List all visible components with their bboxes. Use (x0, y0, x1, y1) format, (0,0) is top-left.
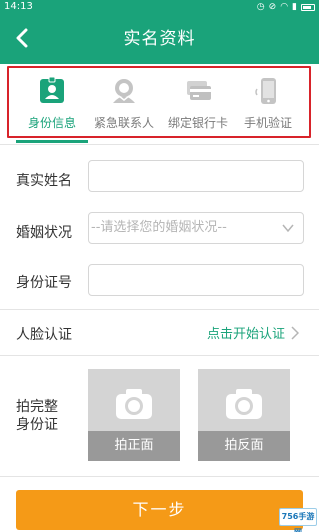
id-front-photo-button[interactable]: 拍正面 (88, 369, 180, 461)
start-face-verify-link[interactable]: 点击开始认证 (207, 323, 299, 342)
divider (0, 144, 319, 145)
tab-identity-info[interactable]: 身份信息 (14, 74, 90, 134)
tab-label: 手机验证 (243, 116, 292, 130)
chevron-right-icon (291, 325, 299, 340)
id-photo-label-line1: 拍完整 (16, 399, 58, 415)
id-number-input[interactable] (88, 264, 304, 296)
step-tabs: 身份信息 紧急联系人 绑定银行卡 手机验证 (0, 64, 319, 144)
id-photo-label-line2: 身份证 (16, 417, 58, 433)
tab-emergency-contact[interactable]: 紧急联系人 (86, 74, 162, 134)
status-bar: 14:13 ◷ ⊘ ◠ ▮ (0, 0, 319, 14)
active-tab-indicator (16, 140, 88, 143)
id-card-icon (40, 76, 64, 103)
id-back-photo-button[interactable]: 拍反面 (198, 369, 290, 461)
real-name-label: 真实姓名 (16, 173, 72, 189)
tab-label: 身份信息 (27, 116, 76, 130)
id-back-caption: 拍反面 (198, 431, 290, 461)
divider (0, 309, 319, 310)
contact-person-icon (113, 79, 135, 103)
marital-status-placeholder: --请选择您的婚姻状况-- (91, 220, 227, 235)
app-bar: 实名资料 (0, 14, 319, 64)
camera-icon (226, 389, 262, 419)
id-number-label: 身份证号 (16, 275, 72, 291)
status-time: 14:13 (4, 1, 33, 12)
battery-icon (301, 3, 315, 11)
chevron-down-icon (282, 224, 294, 233)
site-watermark: 756手游网 (279, 508, 317, 532)
wifi-icon: ◠ (280, 2, 289, 12)
id-photo-label: 拍完整 身份证 (16, 398, 58, 434)
id-front-caption: 拍正面 (88, 431, 180, 461)
start-face-verify-text: 点击开始认证 (206, 327, 285, 342)
phone-icon (255, 78, 276, 104)
next-step-button[interactable]: 下一步 (16, 490, 303, 530)
page-title: 实名资料 (123, 29, 196, 49)
divider (0, 355, 319, 356)
signal-icon: ▮ (292, 2, 297, 12)
marital-status-label: 婚姻状况 (16, 225, 72, 241)
mute-icon: ⊘ (268, 2, 277, 12)
marital-status-select[interactable]: --请选择您的婚姻状况-- (88, 212, 304, 244)
tab-phone-verify[interactable]: 手机验证 (230, 74, 306, 134)
status-icons: ◷ ⊘ ◠ ▮ (257, 0, 315, 14)
real-name-input[interactable] (88, 160, 304, 192)
tab-label: 绑定银行卡 (167, 116, 228, 130)
camera-icon (116, 389, 152, 419)
bank-card-icon (187, 81, 211, 100)
alarm-icon: ◷ (256, 2, 265, 12)
divider (0, 476, 319, 477)
face-verify-label: 人脸认证 (16, 327, 72, 343)
tab-label: 紧急联系人 (93, 116, 154, 130)
tab-bind-bank-card[interactable]: 绑定银行卡 (160, 74, 236, 134)
